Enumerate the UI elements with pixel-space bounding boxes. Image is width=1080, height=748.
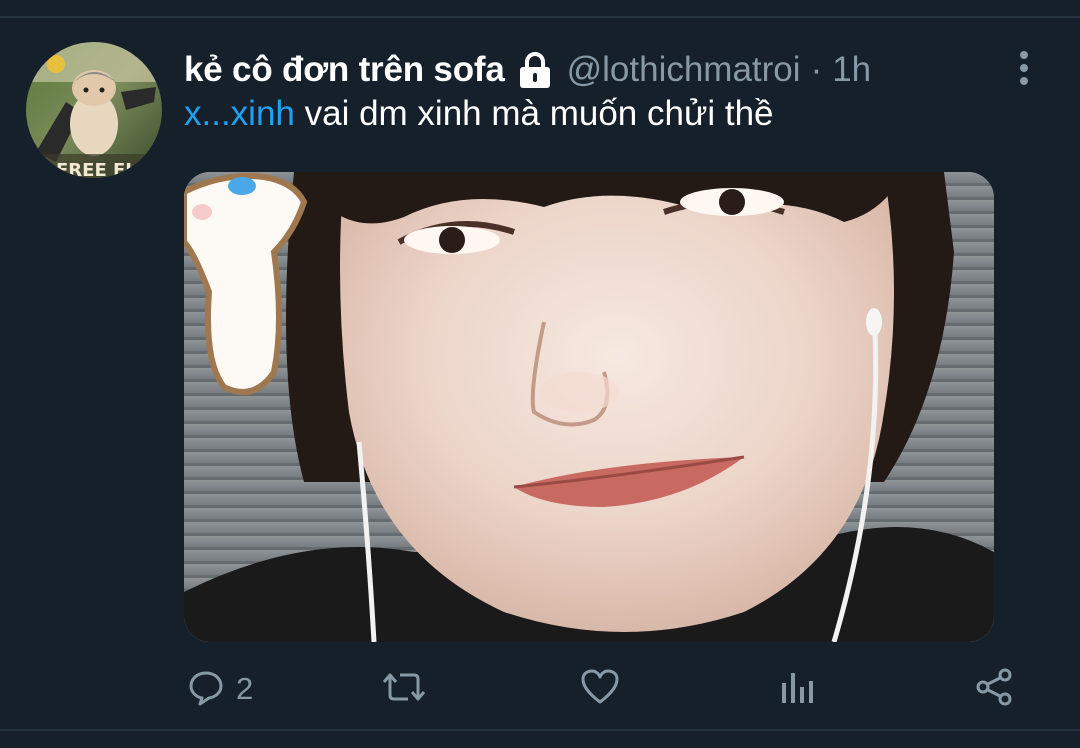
retweet-icon xyxy=(382,667,426,712)
tweet-text-highlight[interactable]: x...xinh xyxy=(184,94,295,133)
avatar[interactable]: FREE FI xyxy=(26,42,162,178)
reply-count: 2 xyxy=(236,671,254,706)
top-divider xyxy=(0,16,1080,18)
analytics-button[interactable] xyxy=(778,664,818,714)
user-handle[interactable]: @lothichmatroi xyxy=(567,50,801,90)
avatar-image: FREE FI xyxy=(26,42,162,178)
avatar-logo-text: FREE FI xyxy=(56,160,132,178)
display-name[interactable]: kẻ cô đơn trên sofa xyxy=(184,50,505,90)
reply-button[interactable]: 2 xyxy=(186,664,253,714)
lock-icon xyxy=(515,50,555,90)
tweet-header: kẻ cô đơn trên sofa @lothichmatroi · 1h xyxy=(184,46,871,94)
separator-dot: · xyxy=(810,50,823,89)
tweet-text-body: vai dm xinh mà muốn chửi thề xyxy=(294,94,774,133)
reply-icon xyxy=(186,667,226,712)
tweet-actions: 2 xyxy=(0,660,1080,716)
tweet-screen: FREE FI kẻ cô đơn trên sofa @lothichmatr… xyxy=(0,0,1080,748)
tweet-text: x...xinh vai dm xinh mà muốn chửi thề xyxy=(184,94,774,134)
analytics-icon xyxy=(778,667,818,712)
heart-icon xyxy=(580,667,620,712)
bottom-divider xyxy=(0,729,1080,731)
like-button[interactable] xyxy=(580,664,620,714)
share-button[interactable] xyxy=(974,664,1014,714)
tweet-time[interactable]: 1h xyxy=(832,50,871,90)
share-icon xyxy=(974,667,1014,712)
tweet-media-image[interactable] xyxy=(184,172,994,642)
photo xyxy=(184,172,994,642)
more-vertical-icon[interactable] xyxy=(1008,50,1040,86)
retweet-button[interactable] xyxy=(382,664,426,714)
